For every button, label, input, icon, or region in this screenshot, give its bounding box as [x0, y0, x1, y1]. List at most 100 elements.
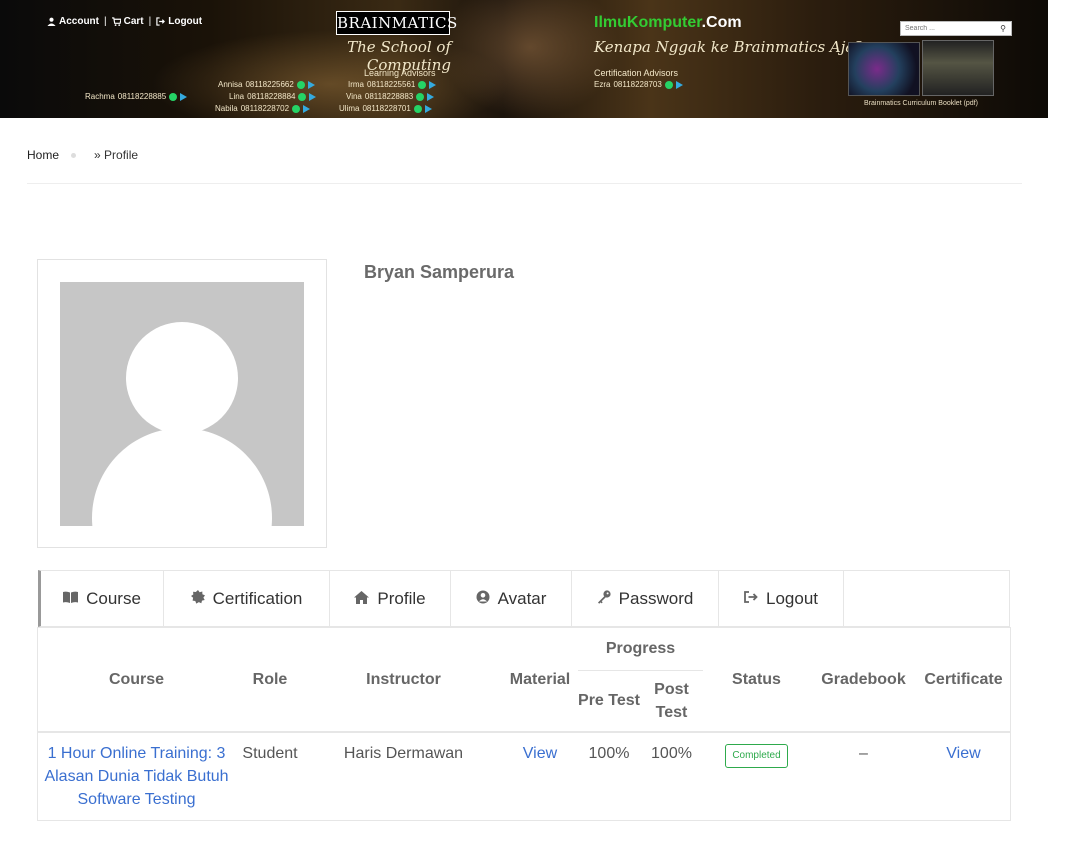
column-header-gradebook: Gradebook: [821, 670, 906, 688]
whatsapp-icon[interactable]: [418, 80, 427, 89]
column-header-status: Status: [732, 670, 781, 688]
advisor-contact[interactable]: Rachma 08118228885: [85, 92, 188, 101]
search-input[interactable]: [901, 23, 997, 34]
post-test-cell: 100%: [651, 745, 692, 762]
booklet-page-image: [922, 40, 994, 96]
tab-label: Avatar: [497, 588, 547, 608]
advisor-name: Nabila: [215, 104, 238, 113]
advisor-name: Lina: [229, 92, 245, 101]
brainmatics-logo[interactable]: BRAINMATICS: [336, 11, 457, 35]
account-label: Account: [59, 16, 99, 27]
tab-label: Password: [618, 588, 694, 608]
book-icon: [63, 591, 79, 606]
column-header-certificate: Certificate: [924, 670, 1003, 688]
tab-label: Course: [86, 588, 141, 608]
search-icon[interactable]: ⚲: [997, 24, 1009, 33]
curriculum-booklet-image[interactable]: [848, 40, 994, 96]
telegram-icon[interactable]: [424, 104, 432, 113]
advisor-contact[interactable]: Ulima 08118228701: [339, 104, 432, 113]
pre-test-cell: 100%: [588, 745, 630, 762]
table-row: 1 Hour Online Training: 3 Alasan Dunia T…: [38, 732, 1010, 811]
key-icon: [597, 590, 611, 607]
advisor-name: Ulima: [339, 104, 360, 113]
advisor-name: Ezra: [594, 80, 611, 89]
user-icon: [47, 17, 56, 26]
advisor-phone: 08118228703: [613, 80, 662, 89]
telegram-icon[interactable]: [309, 92, 317, 101]
advisor-name: Irma: [348, 80, 364, 89]
tab-course[interactable]: Course: [41, 571, 164, 626]
course-title-link[interactable]: 1 Hour Online Training: 3 Alasan Dunia T…: [44, 745, 228, 808]
logout-label: Logout: [168, 16, 203, 27]
course-table: Course Role Instructor Material Progress…: [37, 627, 1011, 821]
tab-label: Certification: [212, 588, 303, 608]
tab-logout[interactable]: Logout: [719, 571, 844, 626]
avatar-placeholder-head: [126, 322, 238, 434]
advisor-phone: 08118228701: [362, 104, 411, 113]
column-header-post-test: Post Test: [654, 680, 689, 721]
user-circle-icon: [476, 590, 490, 607]
profile-tabs: Course Certification Profile Avatar Pass…: [38, 570, 1010, 627]
telegram-icon[interactable]: [675, 80, 683, 89]
advisor-contact[interactable]: Irma 08118225561: [348, 80, 437, 89]
ilmukomputer-logo[interactable]: IlmuKomputer.Com: [594, 14, 742, 32]
whatsapp-icon[interactable]: [416, 92, 425, 101]
cart-link[interactable]: Cart: [111, 16, 144, 27]
tab-password[interactable]: Password: [572, 571, 719, 626]
tab-certification[interactable]: Certification: [164, 571, 330, 626]
tab-avatar[interactable]: Avatar: [451, 571, 572, 626]
breadcrumb-current: » Profile: [94, 148, 139, 162]
account-link[interactable]: Account: [47, 16, 99, 27]
telegram-icon[interactable]: [180, 92, 188, 101]
home-icon: [354, 590, 370, 607]
status-badge: Completed: [725, 744, 788, 768]
whatsapp-icon[interactable]: [298, 92, 307, 101]
whatsapp-icon[interactable]: [413, 104, 422, 113]
learning-advisors-title: Learning Advisors: [364, 68, 436, 78]
certificate-icon: [190, 590, 205, 607]
top-nav: Account | Cart | Logout: [47, 16, 202, 27]
advisor-phone: 08118228702: [240, 104, 290, 113]
certification-advisors-title: Certification Advisors: [594, 68, 679, 78]
advisor-contact[interactable]: Annisa 08118225662: [218, 80, 315, 89]
whatsapp-icon[interactable]: [664, 80, 673, 89]
certificate-view-link[interactable]: View: [946, 745, 980, 762]
telegram-icon[interactable]: [303, 104, 311, 113]
breadcrumb-home[interactable]: Home: [27, 148, 59, 162]
advisor-contact[interactable]: Nabila 08118228702: [215, 104, 311, 113]
logout-link[interactable]: Logout: [156, 16, 202, 27]
column-header-pre-test: Pre Test: [578, 692, 640, 710]
whatsapp-icon[interactable]: [296, 80, 305, 89]
ilmukomputer-logo-green: IlmuKomputer: [594, 14, 702, 31]
advisor-phone: 08118228885: [117, 92, 167, 101]
avatar-placeholder-body: [92, 428, 272, 526]
whatsapp-icon[interactable]: [292, 104, 301, 113]
booklet-cover-image: [848, 42, 920, 96]
header-banner: Account | Cart | Logout BRAINMATICS The …: [0, 0, 1048, 118]
tab-label: Profile: [377, 588, 426, 608]
column-header-course: Course: [108, 670, 165, 688]
avatar-frame: [37, 259, 327, 548]
material-view-link[interactable]: View: [523, 745, 557, 762]
tab-label: Logout: [766, 588, 818, 608]
cart-label: Cart: [123, 16, 144, 27]
booklet-caption[interactable]: Brainmatics Curriculum Booklet (pdf): [848, 100, 994, 107]
advisor-contact[interactable]: Lina 08118228884: [229, 92, 317, 101]
tab-profile[interactable]: Profile: [330, 571, 451, 626]
profile-name: Bryan Samperura: [364, 262, 515, 282]
advisor-phone: 08118225561: [367, 80, 416, 89]
telegram-icon[interactable]: [429, 80, 437, 89]
ilmukomputer-logo-suffix: .Com: [701, 14, 742, 31]
telegram-icon[interactable]: [427, 92, 435, 101]
instructor-cell: Haris Dermawan: [343, 745, 464, 762]
telegram-icon[interactable]: [307, 80, 315, 89]
advisor-name: Vina: [346, 92, 362, 101]
breadcrumb: Home » Profile: [27, 148, 138, 162]
ilmukomputer-tagline: Kenapa Nggak ke Brainmatics Aja?: [594, 38, 863, 56]
advisor-contact[interactable]: Vina 08118228883: [346, 92, 435, 101]
column-header-instructor: Instructor: [366, 670, 441, 688]
whatsapp-icon[interactable]: [169, 92, 178, 101]
advisor-phone: 08118228883: [364, 92, 414, 101]
divider: [27, 183, 1022, 184]
certification-advisor-contact[interactable]: Ezra 08118228703: [594, 80, 683, 89]
